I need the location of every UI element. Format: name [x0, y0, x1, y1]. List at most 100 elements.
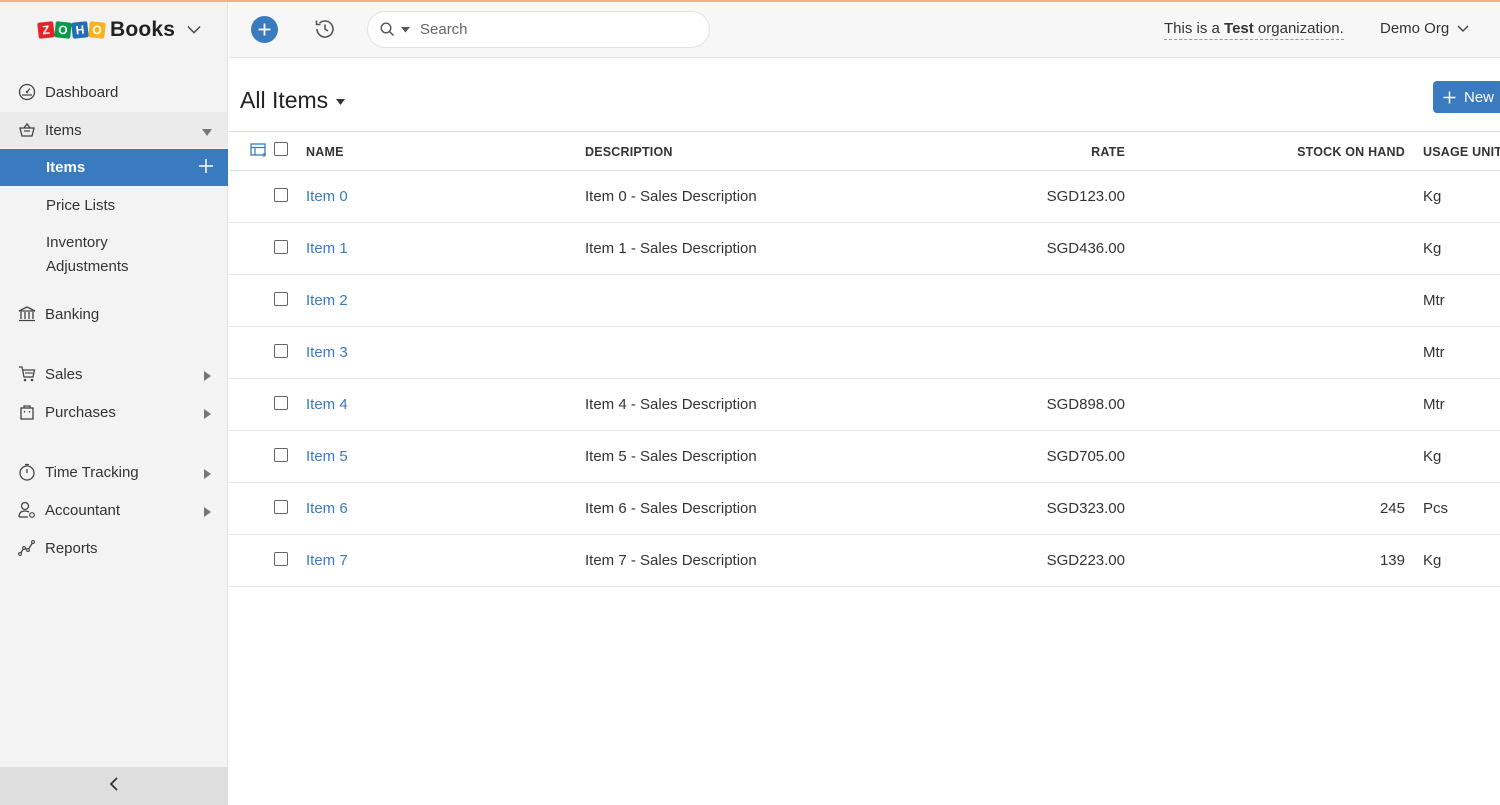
row-checkbox[interactable]	[274, 188, 288, 202]
item-name-link[interactable]: Item 1	[306, 240, 348, 257]
search-icon	[380, 22, 395, 37]
sidebar-subitem-label: Items	[46, 159, 86, 176]
row-checkbox[interactable]	[274, 344, 288, 358]
sidebar-item-dashboard[interactable]: Dashboard	[0, 74, 228, 110]
item-rate: SGD705.00	[1046, 448, 1125, 465]
sidebar-item-accountant[interactable]: Accountant	[0, 492, 228, 528]
org-name: Demo Org	[1380, 20, 1450, 37]
column-header-description[interactable]: DESCRIPTION	[585, 145, 673, 159]
item-rate: SGD223.00	[1046, 552, 1125, 569]
sidebar-item-label: Time Tracking	[45, 463, 139, 481]
reports-icon	[17, 538, 37, 558]
item-name-link[interactable]: Item 6	[306, 500, 348, 517]
table-row[interactable]: Item 6 Item 6 - Sales Description SGD323.0…	[229, 483, 1500, 535]
new-item-button[interactable]: New	[1433, 81, 1500, 113]
sidebar-subitem-label-line2: Adjustments	[46, 258, 129, 275]
item-rate: SGD123.00	[1046, 188, 1125, 205]
item-usage-unit: Mtr	[1423, 396, 1445, 413]
dashboard-icon	[17, 82, 37, 102]
chevron-down-icon	[187, 23, 201, 37]
item-name-link[interactable]: Item 0	[306, 188, 348, 205]
page-title: All Items	[240, 87, 329, 113]
item-name-link[interactable]: Item 7	[306, 552, 348, 569]
quick-create-button[interactable]	[251, 16, 278, 43]
item-name-link[interactable]: Item 3	[306, 344, 348, 361]
sidebar-item-items[interactable]: Items	[0, 112, 228, 148]
row-checkbox[interactable]	[274, 448, 288, 462]
item-usage-unit: Kg	[1423, 188, 1442, 205]
item-usage-unit: Mtr	[1423, 344, 1445, 361]
sidebar: Z O H O Books Dashboard Items Items Pric…	[0, 2, 228, 805]
sidebar-item-label: Reports	[45, 539, 98, 557]
table-row[interactable]: Item 7 Item 7 - Sales Description SGD223.0…	[229, 535, 1500, 587]
item-description: Item 6 - Sales Description	[585, 500, 757, 517]
caret-right-icon	[204, 466, 212, 483]
sidebar-item-banking[interactable]: Banking	[0, 296, 228, 332]
bank-icon	[17, 304, 37, 324]
caret-right-icon	[204, 504, 212, 521]
item-description: Item 1 - Sales Description	[585, 240, 757, 257]
table-row[interactable]: Item 5 Item 5 - Sales Description SGD705.0…	[229, 431, 1500, 483]
table-row[interactable]: Item 1 Item 1 - Sales Description SGD436.0…	[229, 223, 1500, 275]
row-checkbox[interactable]	[274, 552, 288, 566]
accountant-icon	[17, 500, 37, 520]
test-organization-notice[interactable]: This is a Test organization.	[1164, 20, 1344, 40]
row-checkbox[interactable]	[274, 396, 288, 410]
search-input[interactable]	[420, 21, 680, 38]
caret-right-icon	[204, 368, 212, 385]
sidebar-item-label: Dashboard	[45, 83, 119, 101]
row-checkbox[interactable]	[274, 292, 288, 306]
item-stock-on-hand: 139	[1379, 552, 1405, 569]
plus-icon[interactable]	[198, 158, 214, 178]
column-header-rate[interactable]: RATE	[1025, 145, 1125, 159]
search-filter-dropdown-icon[interactable]	[401, 26, 410, 33]
recent-history-button[interactable]	[312, 16, 338, 42]
main-content: All Items New NAME DESCRIPTION RATE STOC…	[229, 59, 1500, 805]
search-box[interactable]	[367, 11, 710, 48]
caret-down-icon	[202, 124, 212, 141]
sidebar-item-label: Accountant	[45, 501, 121, 519]
sidebar-subitem-items[interactable]: Items	[0, 149, 228, 186]
column-header-stock-on-hand[interactable]: STOCK ON HAND	[1255, 145, 1405, 159]
sidebar-item-label: Purchases	[45, 403, 116, 421]
sidebar-subitem-label: Price Lists	[46, 197, 116, 214]
item-usage-unit: Pcs	[1423, 500, 1449, 517]
item-name-link[interactable]: Item 5	[306, 448, 348, 465]
bag-icon	[17, 402, 37, 422]
table-row[interactable]: Item 3 Mtr	[229, 327, 1500, 379]
sidebar-item-time-tracking[interactable]: Time Tracking	[0, 454, 228, 490]
row-checkbox[interactable]	[274, 240, 288, 254]
sidebar-item-sales[interactable]: Sales	[0, 356, 228, 392]
item-usage-unit: Kg	[1423, 552, 1442, 569]
item-description: Item 5 - Sales Description	[585, 448, 757, 465]
sidebar-item-reports[interactable]: Reports	[0, 530, 228, 566]
sidebar-item-purchases[interactable]: Purchases	[0, 394, 228, 430]
column-header-name[interactable]: NAME	[306, 145, 344, 159]
table-row[interactable]: Item 0 Item 0 - Sales Description SGD123.0…	[229, 171, 1500, 223]
sidebar-subitem-price-lists[interactable]: Price Lists	[0, 187, 228, 224]
select-all-checkbox[interactable]	[274, 142, 288, 156]
view-selector[interactable]: All Items	[240, 87, 346, 114]
chevron-down-icon	[1457, 25, 1469, 32]
caret-down-icon	[336, 99, 346, 105]
item-stock-on-hand: 245	[1379, 500, 1405, 517]
table-row[interactable]: Item 4 Item 4 - Sales Description SGD898.0…	[229, 379, 1500, 431]
column-config-icon[interactable]	[250, 143, 268, 163]
item-usage-unit: Kg	[1423, 240, 1442, 257]
item-description: Item 0 - Sales Description	[585, 188, 757, 205]
basket-icon	[17, 120, 37, 140]
stopwatch-icon	[17, 462, 37, 482]
sidebar-subitem-inventory-adjustments[interactable]: Inventory Adjustments	[0, 227, 228, 283]
organization-switcher[interactable]: Demo Org	[1380, 20, 1469, 37]
sidebar-item-label: Banking	[45, 305, 100, 323]
plus-icon	[258, 23, 271, 36]
brand-switcher[interactable]: Z O H O Books	[0, 2, 228, 58]
sidebar-collapse-button[interactable]	[0, 767, 228, 805]
column-header-usage-unit[interactable]: USAGE UNIT	[1423, 145, 1500, 159]
sidebar-subitem-label-line1: Inventory	[46, 234, 108, 251]
table-row[interactable]: Item 2 Mtr	[229, 275, 1500, 327]
item-name-link[interactable]: Item 4	[306, 396, 348, 413]
top-header: This is a Test organization. Demo Org	[229, 2, 1500, 58]
item-name-link[interactable]: Item 2	[306, 292, 348, 309]
row-checkbox[interactable]	[274, 500, 288, 514]
